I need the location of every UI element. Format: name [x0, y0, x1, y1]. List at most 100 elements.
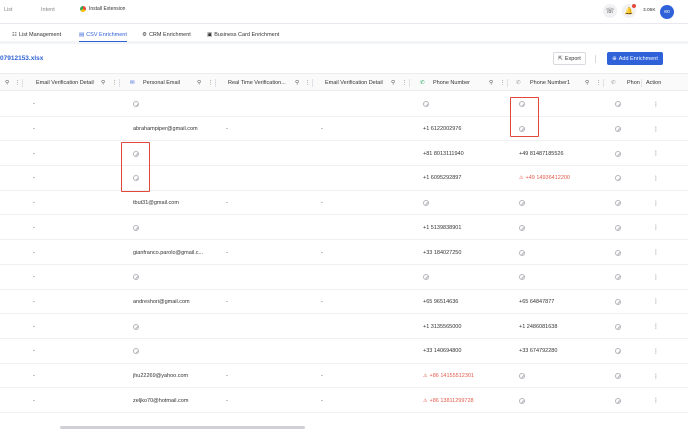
- row-action-menu[interactable]: ⋮: [653, 141, 663, 166]
- tab-list-management[interactable]: ☷ List Management: [12, 28, 61, 41]
- cell-personal: [133, 216, 223, 241]
- row-action-menu[interactable]: ⋮: [653, 364, 663, 389]
- col-phone-truncated[interactable]: Phon: [627, 74, 640, 91]
- install-extension-link[interactable]: Install Extension: [80, 6, 125, 12]
- cell-text[interactable]: +1 5139838901: [423, 225, 461, 231]
- export-button[interactable]: ⇱ Export: [553, 52, 586, 65]
- more-vertical-icon[interactable]: ⋮: [208, 74, 214, 91]
- more-vertical-icon[interactable]: ⋮: [112, 74, 118, 91]
- cell-text: -: [226, 126, 228, 133]
- more-vertical-icon[interactable]: ⋮: [15, 74, 21, 91]
- phone-button[interactable]: ☏: [603, 4, 617, 18]
- table-row[interactable]: - ⋮: [0, 265, 688, 290]
- more-vertical-icon: ⋮: [653, 373, 659, 380]
- cell-text: -: [226, 397, 228, 404]
- row-action-menu[interactable]: ⋮: [653, 166, 663, 191]
- more-vertical-icon[interactable]: ⋮: [402, 74, 408, 91]
- table-row[interactable]: - ⋮: [0, 92, 688, 117]
- search-icon[interactable]: ⚲: [295, 74, 299, 91]
- nav-list[interactable]: List: [4, 7, 13, 13]
- row-action-menu[interactable]: ⋮: [653, 388, 663, 413]
- col-real-time-verification[interactable]: Real Time Verification...: [228, 74, 286, 91]
- table-row[interactable]: - zeljko70@hotmail.com - - ⚠ +86 13811299728 ⋮: [0, 388, 688, 414]
- cell-text[interactable]: gianfranco.parolo@gmail.c...: [133, 250, 203, 256]
- row-action-menu[interactable]: ⋮: [653, 265, 663, 290]
- cell-text[interactable]: +33 140694800: [423, 348, 461, 354]
- cell-phone-truncated: [615, 339, 627, 364]
- cell-text[interactable]: +1 2486081638: [519, 324, 557, 330]
- table-row[interactable]: - andreshori@gmail.com - - +65 96514636 +65 6…: [0, 290, 688, 315]
- avatar[interactable]: eo: [660, 5, 674, 19]
- search-icon[interactable]: ⚲: [197, 74, 201, 91]
- highlight-box-phone1: [510, 97, 539, 137]
- col-email-verification-detail[interactable]: Email Verification Detail: [36, 74, 94, 91]
- search-icon[interactable]: ⚲: [391, 74, 395, 91]
- cell-text[interactable]: +49 14936412200: [525, 175, 570, 181]
- table-row[interactable]: - jhu22269@yahoo.com - - ⚠ +86 14155512301 ⋮: [0, 364, 688, 389]
- col-phone-number[interactable]: Phone Number: [433, 74, 470, 91]
- cell-text[interactable]: +49 81487185526: [519, 151, 564, 157]
- col-phone-number1[interactable]: Phone Number1: [530, 74, 570, 91]
- tab-crm-enrichment[interactable]: ⚙ CRM Enrichment: [142, 28, 191, 41]
- more-vertical-icon[interactable]: ⋮: [596, 74, 602, 91]
- col-personal-email[interactable]: Personal Email: [143, 74, 180, 91]
- cell-text[interactable]: +1 6122002976: [423, 126, 461, 132]
- more-vertical-icon[interactable]: ⋮: [500, 74, 506, 91]
- table-row[interactable]: - +1 3135565000 +1 2486081638 ⋮: [0, 314, 688, 339]
- cell-text[interactable]: +1 3135565000: [423, 324, 461, 330]
- row-action-menu[interactable]: ⋮: [653, 314, 663, 339]
- search-icon[interactable]: ⚲: [101, 74, 105, 91]
- not-found-icon: [519, 249, 525, 256]
- table-row[interactable]: - +81 8013111940 +49 81487185526 ⋮: [0, 141, 688, 167]
- cell-text[interactable]: abrahampiper@gmail.com: [133, 126, 198, 132]
- tab-csv-enrichment[interactable]: ▤ CSV Enrichment: [79, 28, 127, 42]
- not-found-icon: [423, 101, 429, 108]
- more-vertical-icon[interactable]: ⋮: [305, 74, 311, 91]
- notifications-button[interactable]: 🔔: [622, 4, 636, 18]
- row-action-menu[interactable]: ⋮: [653, 117, 663, 142]
- cell-text[interactable]: +81 8013111940: [423, 151, 464, 157]
- row-action-menu[interactable]: ⋮: [653, 191, 663, 216]
- column-divider: [215, 79, 216, 87]
- cell-phone1: +33 674792280: [519, 339, 609, 364]
- cell-text[interactable]: +33 674792280: [519, 348, 557, 354]
- cell-phone-truncated: [615, 92, 627, 117]
- table-row[interactable]: - +1 6095292897 ⚠ +49 14936412200 ⋮: [0, 166, 688, 191]
- row-action-menu[interactable]: ⋮: [653, 290, 663, 315]
- cell-text[interactable]: +65 64847877: [519, 299, 554, 305]
- cell-phone1: [519, 388, 609, 413]
- horizontal-scrollbar[interactable]: [60, 426, 305, 429]
- cell-phone-truncated: [615, 265, 627, 290]
- nav-intent[interactable]: Intent: [41, 7, 55, 13]
- cell-evd2: [321, 339, 401, 364]
- search-icon[interactable]: ⚲: [489, 74, 493, 91]
- row-action-menu[interactable]: ⋮: [653, 216, 663, 241]
- table-row[interactable]: - +33 140694800 +33 674792280 ⋮: [0, 339, 688, 364]
- table-row[interactable]: - abrahampiper@gmail.com - - +1 6122002976 ⋮: [0, 117, 688, 142]
- row-action-menu[interactable]: ⋮: [653, 240, 663, 265]
- cell-text[interactable]: +65 96514636: [423, 299, 458, 305]
- cell-text[interactable]: zeljko70@hotmail.com: [133, 398, 188, 404]
- table-row[interactable]: - tbut31@gmail.com - - ⋮: [0, 191, 688, 216]
- cell-text[interactable]: +1 6095292897: [423, 175, 461, 181]
- row-action-menu[interactable]: ⋮: [653, 339, 663, 364]
- search-icon[interactable]: ⚲: [5, 74, 9, 91]
- cell-text[interactable]: tbut31@gmail.com: [133, 200, 179, 206]
- search-icon[interactable]: ⚲: [585, 74, 589, 91]
- cell-text[interactable]: andreshori@gmail.com: [133, 299, 190, 305]
- cell-text[interactable]: +33 184027250: [423, 250, 461, 256]
- add-enrichment-button[interactable]: ⊕ Add Enrichment: [607, 52, 663, 65]
- cell-text[interactable]: +86 13811299728: [429, 398, 473, 404]
- tab-business-card-enrichment[interactable]: ▣ Business Card Enrichment: [207, 28, 279, 41]
- row-action-menu[interactable]: ⋮: [653, 92, 663, 117]
- cell-rtv: -: [226, 240, 306, 265]
- not-found-icon: [133, 323, 139, 330]
- cell-evd2: [321, 166, 401, 191]
- cell-text: -: [321, 298, 323, 305]
- cell-rtv: [226, 166, 306, 191]
- table-row[interactable]: - gianfranco.parolo@gmail.c... - - +33 18402…: [0, 240, 688, 265]
- col-email-verification-detail-2[interactable]: Email Verification Detail: [325, 74, 383, 91]
- cell-text[interactable]: jhu22269@yahoo.com: [133, 373, 188, 379]
- table-row[interactable]: - +1 5139838901 ⋮: [0, 216, 688, 241]
- cell-text[interactable]: +86 14155512301: [429, 373, 474, 379]
